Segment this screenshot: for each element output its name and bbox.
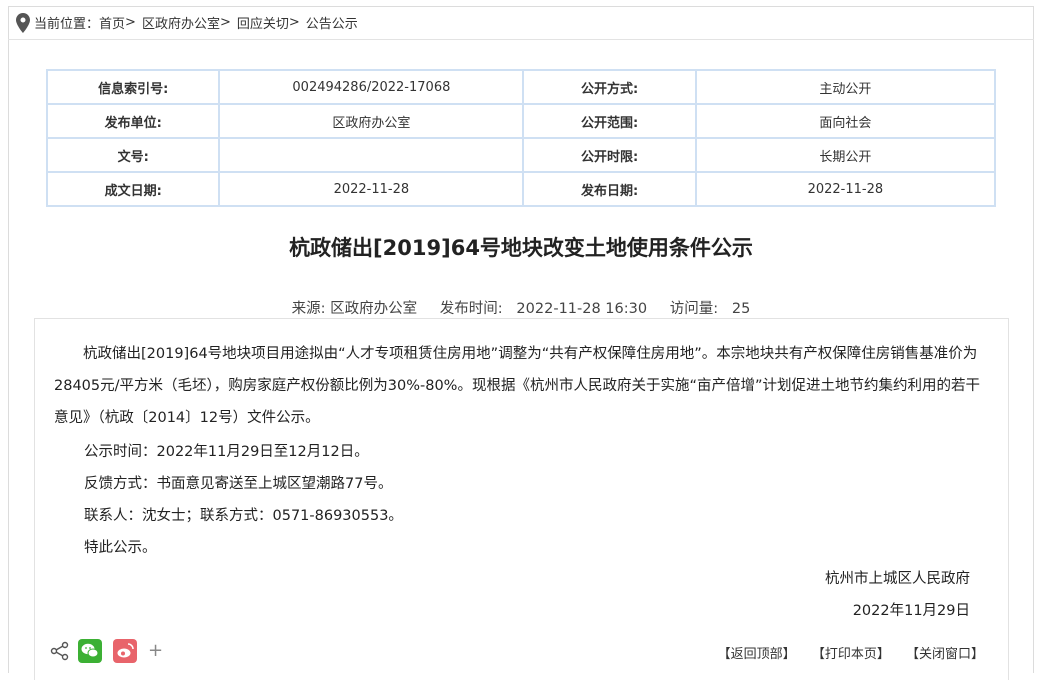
signature-org: 杭州市上城区人民政府 bbox=[825, 571, 970, 587]
table-row: 发布单位: 区政府办公室 公开范围: 面向社会 bbox=[45, 103, 997, 139]
info-label: 公开时限: bbox=[522, 137, 697, 173]
article-meta: 来源: 区政府办公室 发布时间: 2022-11-28 16:30 访问量: 2… bbox=[0, 297, 1042, 318]
table-row: 文号: 公开时限: 长期公开 bbox=[45, 137, 997, 173]
weibo-icon bbox=[117, 643, 134, 658]
breadcrumb-office[interactable]: 区政府办公室 bbox=[142, 13, 220, 32]
contact-info: 联系人：沈女士；联系方式：0571-86930553。 bbox=[84, 508, 403, 524]
breadcrumb-separator: > bbox=[288, 15, 300, 30]
back-to-top-link[interactable]: 【返回顶部】 bbox=[718, 647, 796, 662]
location-pin-icon bbox=[16, 12, 30, 33]
breadcrumb-separator: > bbox=[125, 15, 136, 30]
print-page-link[interactable]: 【打印本页】 bbox=[812, 647, 890, 662]
feedback-method: 反馈方式：书面意见寄送至上城区望潮路77号。 bbox=[84, 476, 393, 492]
breadcrumb-separator: > bbox=[219, 15, 231, 30]
table-row: 信息索引号: 002494286/2022-17068 公开方式: 主动公开 bbox=[45, 69, 997, 105]
signature-date: 2022年11月29日 bbox=[852, 603, 970, 619]
close-window-link[interactable]: 【关闭窗口】 bbox=[906, 647, 984, 662]
share-icon[interactable] bbox=[50, 641, 70, 661]
wechat-share-button[interactable] bbox=[78, 639, 102, 663]
article-paragraph: 杭政储出[2019]64号地块项目用途拟由“人才专项租赁住房用地”调整为“共有产… bbox=[54, 346, 980, 426]
info-value: 2022-11-28 bbox=[694, 171, 997, 207]
info-value: 主动公开 bbox=[694, 69, 997, 105]
breadcrumb-notice[interactable]: 公告公示 bbox=[306, 13, 358, 32]
info-label: 公开范围: bbox=[522, 103, 697, 139]
info-value: 区政府办公室 bbox=[218, 103, 525, 139]
info-label: 文号: bbox=[45, 137, 221, 173]
breadcrumb: 当前位置： 首页 > 区政府办公室 > 回应关切 > 公告公示 bbox=[8, 6, 1034, 40]
info-value bbox=[218, 137, 525, 173]
info-label: 发布单位: bbox=[45, 103, 221, 139]
breadcrumb-prefix: 当前位置： bbox=[34, 17, 100, 32]
meta-views: 访问量: 25 bbox=[669, 301, 751, 317]
info-label: 成文日期: bbox=[45, 171, 221, 207]
wechat-icon bbox=[81, 643, 99, 658]
info-value: 面向社会 bbox=[694, 103, 997, 139]
meta-source: 来源: 区政府办公室 bbox=[291, 301, 418, 317]
breadcrumb-response[interactable]: 回应关切 bbox=[237, 13, 289, 32]
table-row: 成文日期: 2022-11-28 发布日期: 2022-11-28 bbox=[45, 171, 997, 207]
page-actions: 【返回顶部】 【打印本页】 【关闭窗口】 bbox=[706, 643, 984, 662]
info-table: 信息索引号: 002494286/2022-17068 公开方式: 主动公开 发… bbox=[45, 69, 997, 207]
info-label: 公开方式: bbox=[522, 69, 697, 105]
info-label: 信息索引号: bbox=[45, 69, 221, 105]
info-value: 002494286/2022-17068 bbox=[218, 69, 525, 105]
weibo-share-button[interactable] bbox=[113, 639, 137, 663]
article-title: 杭政储出[2019]64号地块改变土地使用条件公示 bbox=[289, 236, 753, 260]
more-share-button[interactable]: + bbox=[148, 640, 163, 662]
info-value: 长期公开 bbox=[694, 137, 997, 173]
info-label: 发布日期: bbox=[522, 171, 697, 207]
info-value: 2022-11-28 bbox=[218, 171, 525, 207]
breadcrumb-home[interactable]: 首页 bbox=[99, 13, 125, 32]
meta-publish-time: 发布时间: 2022-11-28 16:30 bbox=[439, 301, 648, 317]
closing-text: 特此公示。 bbox=[84, 540, 157, 556]
notice-time: 公示时间：2022年11月29日至12月12日。 bbox=[84, 444, 369, 460]
